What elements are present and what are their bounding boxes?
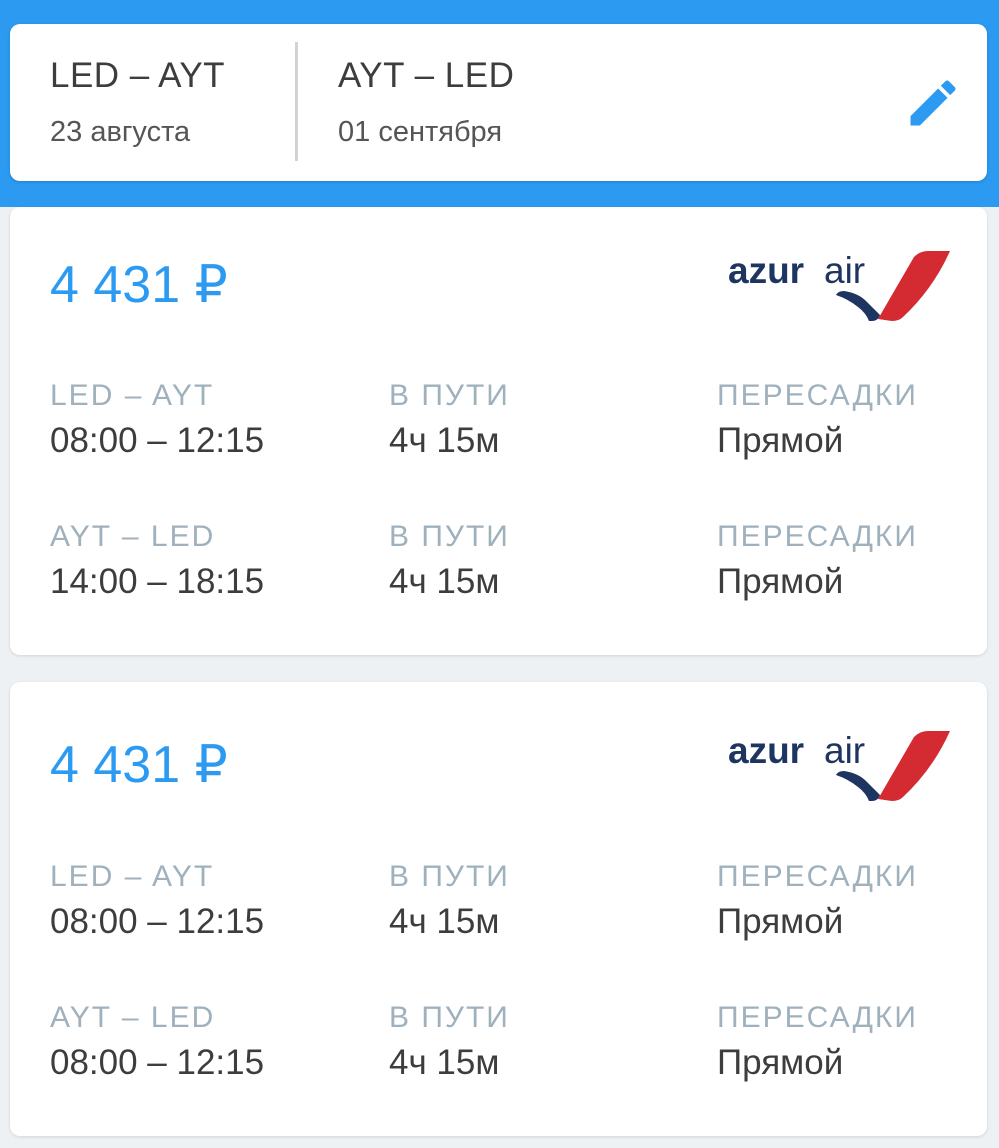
logo-red-swoosh: [878, 251, 950, 321]
duration-value: 4ч 15м: [389, 562, 500, 601]
leg-times: 08:00 – 12:15: [50, 902, 265, 941]
leg-times: 14:00 – 18:15: [50, 562, 265, 601]
duration-label: В ПУТИ: [389, 379, 510, 412]
flight-result-card[interactable]: 4 431 ₽ azur air LED – AYT 08:00 – 12:15…: [10, 207, 987, 655]
pencil-icon: [910, 80, 956, 126]
stops-label: ПЕРЕСАДКИ: [717, 379, 918, 412]
edit-search-button[interactable]: [903, 73, 963, 133]
leg-1-stops-col: ПЕРЕСАДКИ Прямой: [717, 860, 918, 942]
logo-text-light: air: [824, 250, 865, 291]
search-summary[interactable]: LED – AYT 23 августа AYT – LED 01 сентяб…: [10, 24, 987, 181]
flight-result-card[interactable]: 4 431 ₽ azur air LED – AYT 08:00 – 12:15…: [10, 682, 987, 1136]
stops-label: ПЕРЕСАДКИ: [717, 520, 918, 553]
duration-value: 4ч 15м: [389, 902, 500, 941]
stops-label: ПЕРЕСАДКИ: [717, 860, 918, 893]
inbound-route: AYT – LED: [338, 56, 515, 95]
leg-route: LED – AYT: [50, 860, 215, 893]
duration-label: В ПУТИ: [389, 860, 510, 893]
leg-route: AYT – LED: [50, 520, 216, 553]
logo-text-bold: azur: [728, 730, 804, 771]
leg-times: 08:00 – 12:15: [50, 421, 265, 460]
price: 4 431 ₽: [50, 736, 228, 794]
leg-2-stops-col: ПЕРЕСАДКИ Прямой: [717, 1001, 918, 1083]
leg-2-route-col: AYT – LED 14:00 – 18:15: [50, 520, 264, 602]
outbound-date: 23 августа: [50, 116, 191, 148]
leg-1-duration-col: В ПУТИ 4ч 15м: [389, 860, 510, 942]
azur-air-logo: azur air: [728, 250, 950, 321]
leg-route: AYT – LED: [50, 1001, 216, 1034]
stops-value: Прямой: [717, 1043, 844, 1082]
leg-1-duration-col: В ПУТИ 4ч 15м: [389, 379, 510, 461]
leg-times: 08:00 – 12:15: [50, 1043, 265, 1082]
logo-text-light: air: [824, 730, 865, 771]
stops-value: Прямой: [717, 902, 844, 941]
leg-2-duration-col: В ПУТИ 4ч 15м: [389, 520, 510, 602]
price: 4 431 ₽: [50, 256, 228, 314]
inbound-date: 01 сентября: [338, 116, 503, 148]
azur-air-logo: azur air: [728, 730, 950, 801]
logo-navy-swoosh: [836, 771, 880, 801]
logo-navy-swoosh: [836, 291, 880, 321]
stops-label: ПЕРЕСАДКИ: [717, 1001, 918, 1034]
logo-text-bold: azur: [728, 250, 804, 291]
leg-2-stops-col: ПЕРЕСАДКИ Прямой: [717, 520, 918, 602]
segment-divider: [295, 42, 298, 161]
leg-2-duration-col: В ПУТИ 4ч 15м: [389, 1001, 510, 1083]
stops-value: Прямой: [717, 562, 844, 601]
leg-1-route-col: LED – AYT 08:00 – 12:15: [50, 860, 264, 942]
leg-1-stops-col: ПЕРЕСАДКИ Прямой: [717, 379, 918, 461]
outbound-route: LED – AYT: [50, 56, 226, 95]
duration-label: В ПУТИ: [389, 520, 510, 553]
leg-1-route-col: LED – AYT 08:00 – 12:15: [50, 379, 264, 461]
leg-route: LED – AYT: [50, 379, 215, 412]
stops-value: Прямой: [717, 421, 844, 460]
logo-red-swoosh: [878, 731, 950, 801]
duration-label: В ПУТИ: [389, 1001, 510, 1034]
duration-value: 4ч 15м: [389, 421, 500, 460]
duration-value: 4ч 15м: [389, 1043, 500, 1082]
leg-2-route-col: AYT – LED 08:00 – 12:15: [50, 1001, 264, 1083]
